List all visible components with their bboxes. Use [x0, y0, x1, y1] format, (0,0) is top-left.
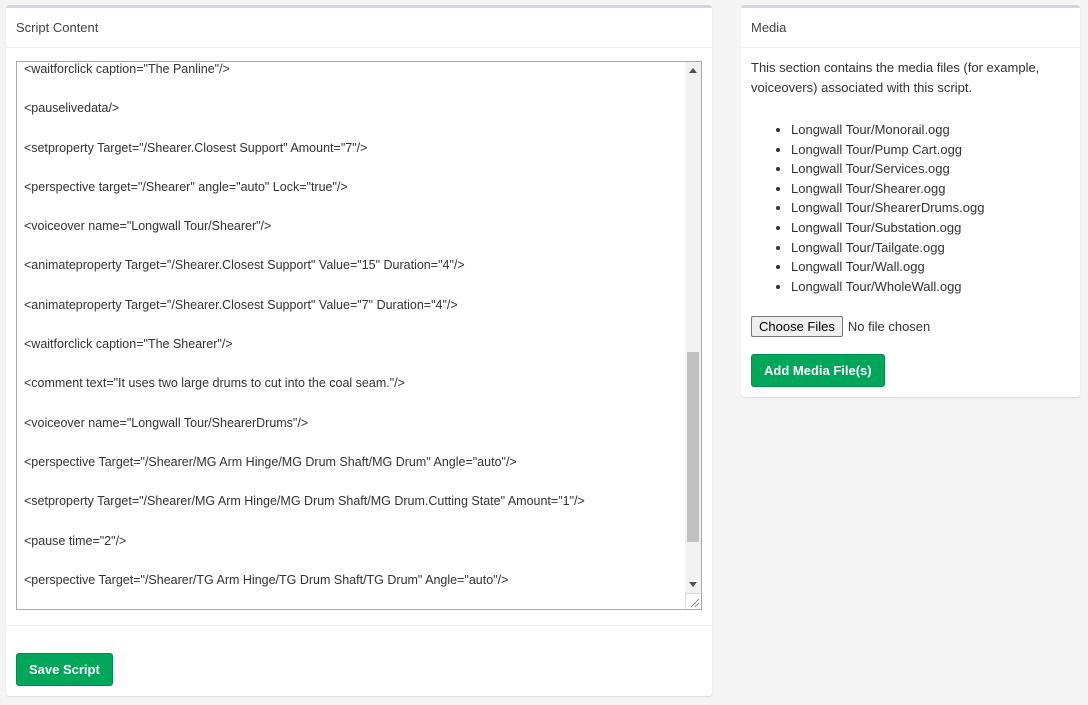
- script-content-panel: Script Content <waitforclick caption="Th…: [6, 5, 712, 696]
- script-line: <perspective target="/Shearer" angle="au…: [24, 179, 348, 194]
- panel-footer: [6, 625, 712, 626]
- file-input[interactable]: Choose Files No file chosen: [751, 316, 930, 337]
- media-file-item: Longwall Tour/Monorail.ogg: [791, 120, 1080, 140]
- script-line: <animateproperty Target="/Shearer.Closes…: [24, 297, 458, 312]
- media-file-item: Longwall Tour/ShearerDrums.ogg: [791, 198, 1080, 218]
- scrollbar-thumb[interactable]: [687, 352, 699, 542]
- script-line: <voiceover name="Longwall Tour/ShearerDr…: [24, 415, 309, 430]
- media-file-list: Longwall Tour/Monorail.oggLongwall Tour/…: [741, 120, 1080, 296]
- media-file-item: Longwall Tour/Services.ogg: [791, 159, 1080, 179]
- media-file-item: Longwall Tour/WholeWall.ogg: [791, 277, 1080, 297]
- save-script-button[interactable]: Save Script: [16, 653, 113, 686]
- script-line: <animateproperty Target="/Shearer.Closes…: [24, 258, 465, 273]
- script-line: <pause time="2"/>: [24, 533, 127, 548]
- media-file-item: Longwall Tour/Substation.ogg: [791, 218, 1080, 238]
- script-line: <setproperty Target="/Shearer.Closest Su…: [24, 140, 368, 155]
- panel-title: Media: [741, 8, 1080, 48]
- script-line: <waitforclick caption="The Panline"/>: [24, 62, 230, 76]
- add-media-button[interactable]: Add Media File(s): [751, 354, 885, 387]
- script-line: <perspective Target="/Shearer/TG Arm Hin…: [24, 572, 509, 587]
- scrollbar[interactable]: [685, 62, 701, 593]
- resize-handle-icon[interactable]: [685, 593, 701, 609]
- script-line: <perspective Target="/Shearer/MG Arm Hin…: [24, 454, 517, 469]
- script-line: <comment text="It uses two large drums t…: [24, 376, 405, 391]
- scroll-down-icon[interactable]: [689, 582, 697, 587]
- script-line: <voiceover name="Longwall Tour/Shearer"/…: [24, 219, 272, 234]
- script-line: <setproperty Target="/Shearer/MG Arm Hin…: [24, 494, 585, 509]
- script-line: <pauselivedata/>: [24, 101, 120, 116]
- media-panel: Media This section contains the media fi…: [741, 5, 1080, 397]
- media-description: This section contains the media files (f…: [751, 60, 1040, 95]
- media-file-item: Longwall Tour/Tailgate.ogg: [791, 238, 1080, 258]
- panel-title: Script Content: [6, 8, 712, 48]
- script-textarea[interactable]: <waitforclick caption="The Panline"/> <pa…: [16, 61, 702, 610]
- media-file-item: Longwall Tour/Wall.ogg: [791, 257, 1080, 277]
- media-file-item: Longwall Tour/Shearer.ogg: [791, 179, 1080, 199]
- file-status: No file chosen: [847, 319, 931, 334]
- choose-files-button[interactable]: Choose Files: [751, 316, 843, 337]
- script-line: <waitforclick caption="The Shearer"/>: [24, 337, 233, 352]
- scroll-up-icon[interactable]: [689, 68, 697, 73]
- media-file-item: Longwall Tour/Pump Cart.ogg: [791, 140, 1080, 160]
